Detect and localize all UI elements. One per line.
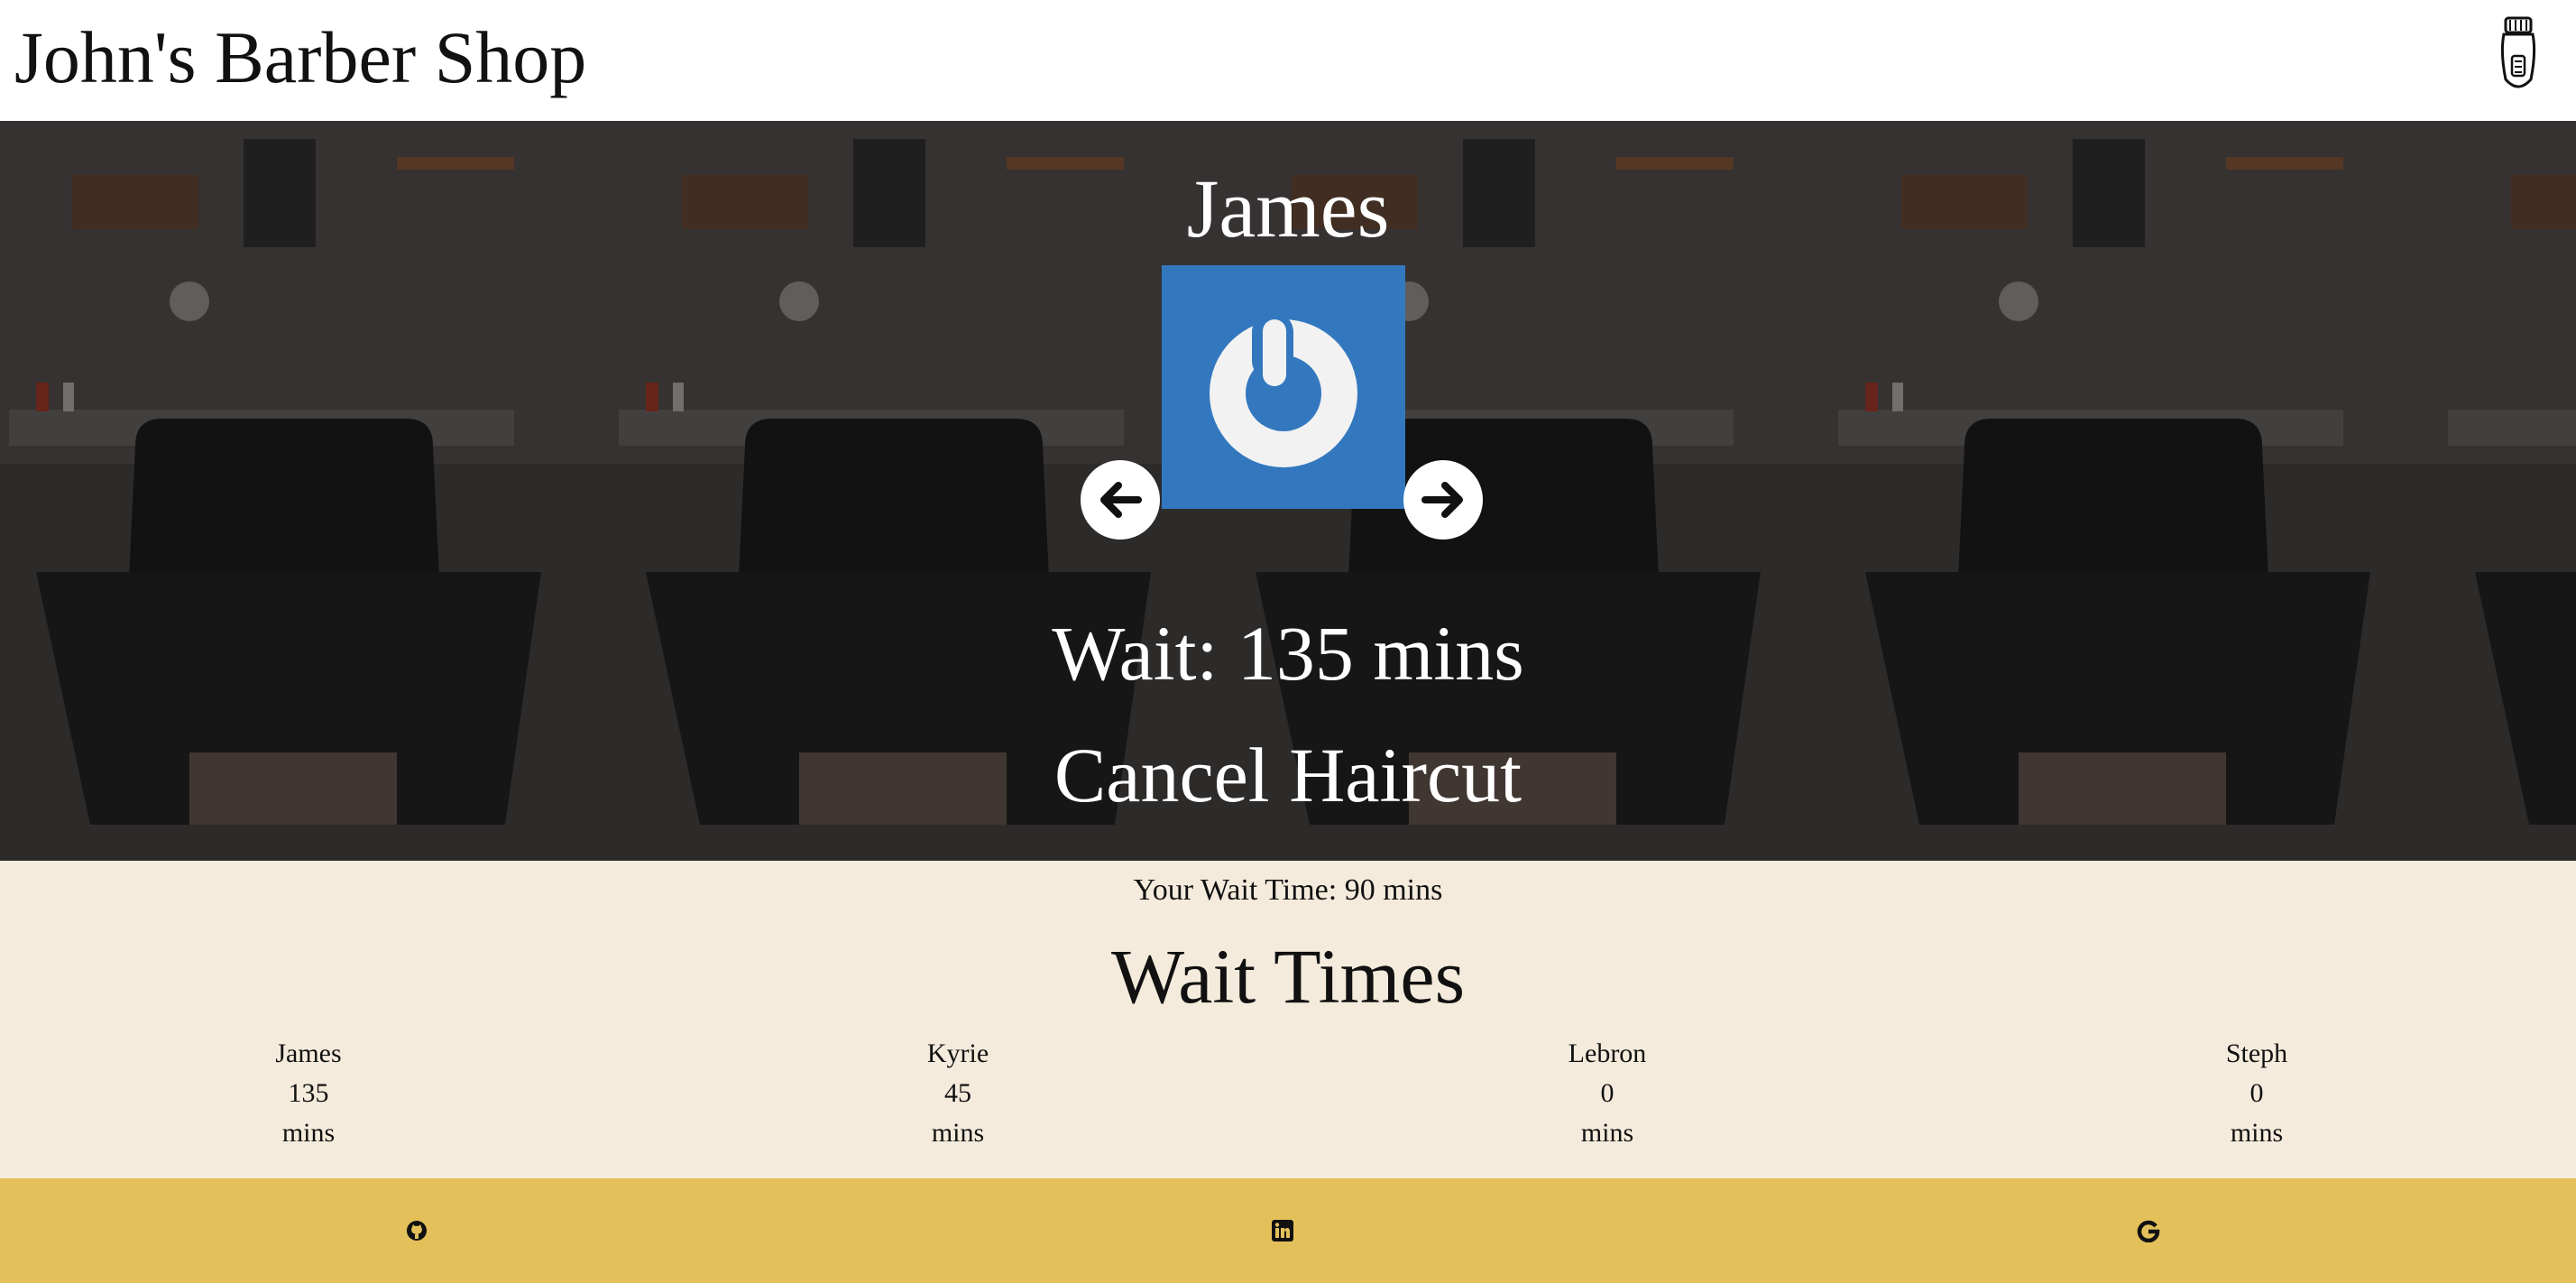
your-wait-time: Your Wait Time: 90 mins [1133,873,1443,907]
barber-hero: James Wait: 135 mins Cancel Haircut [0,121,2576,861]
barber-wait-value: 0 [2249,1078,2264,1108]
power-icon [1210,312,1357,467]
site-footer [0,1178,2576,1283]
barber-name: James [275,1038,342,1068]
barber-wait-item: James 135 mins [173,1034,444,1153]
selected-barber-wait: Wait: 135 mins [1052,610,1524,697]
wait-times-section: Your Wait Time: 90 mins Wait Times James… [0,861,2576,1178]
barber-wait-item: Lebron 0 mins [1472,1034,1743,1153]
barber-wait-unit: mins [931,1118,985,1148]
github-icon [407,1221,427,1241]
google-link[interactable] [2130,1213,2167,1249]
linkedin-link[interactable] [1265,1213,1301,1249]
linkedin-icon [1272,1220,1293,1241]
barber-name: Kyrie [926,1038,989,1068]
arrow-left-icon [1100,482,1142,518]
wait-times-heading: Wait Times [1110,933,1466,1020]
barber-wait-unit: mins [1580,1118,1634,1148]
barber-wait-value: 0 [1600,1078,1615,1108]
barber-wait-item: Kyrie 45 mins [823,1034,1093,1153]
next-barber-button[interactable] [1403,460,1483,540]
barber-name: Lebron [1568,1038,1647,1068]
barber-avatar [1162,265,1405,509]
google-icon [2137,1220,2160,1242]
barber-wait-unit: mins [281,1118,336,1148]
barber-wait-item: Steph 0 mins [2121,1034,2392,1153]
previous-barber-button[interactable] [1081,460,1160,540]
site-header: John's Barber Shop [0,0,2576,121]
github-link[interactable] [399,1213,435,1249]
site-title[interactable]: John's Barber Shop [14,13,586,103]
barber-wait-value: 135 [288,1078,329,1108]
selected-barber-name: James [1186,162,1390,254]
barber-wait-value: 45 [944,1078,971,1108]
arrow-right-icon [1421,482,1463,518]
barber-wait-unit: mins [2230,1118,2284,1148]
barber-name: Steph [2225,1038,2288,1068]
hair-clipper-icon[interactable] [2497,16,2540,94]
cancel-haircut-button[interactable]: Cancel Haircut [1010,725,1566,825]
